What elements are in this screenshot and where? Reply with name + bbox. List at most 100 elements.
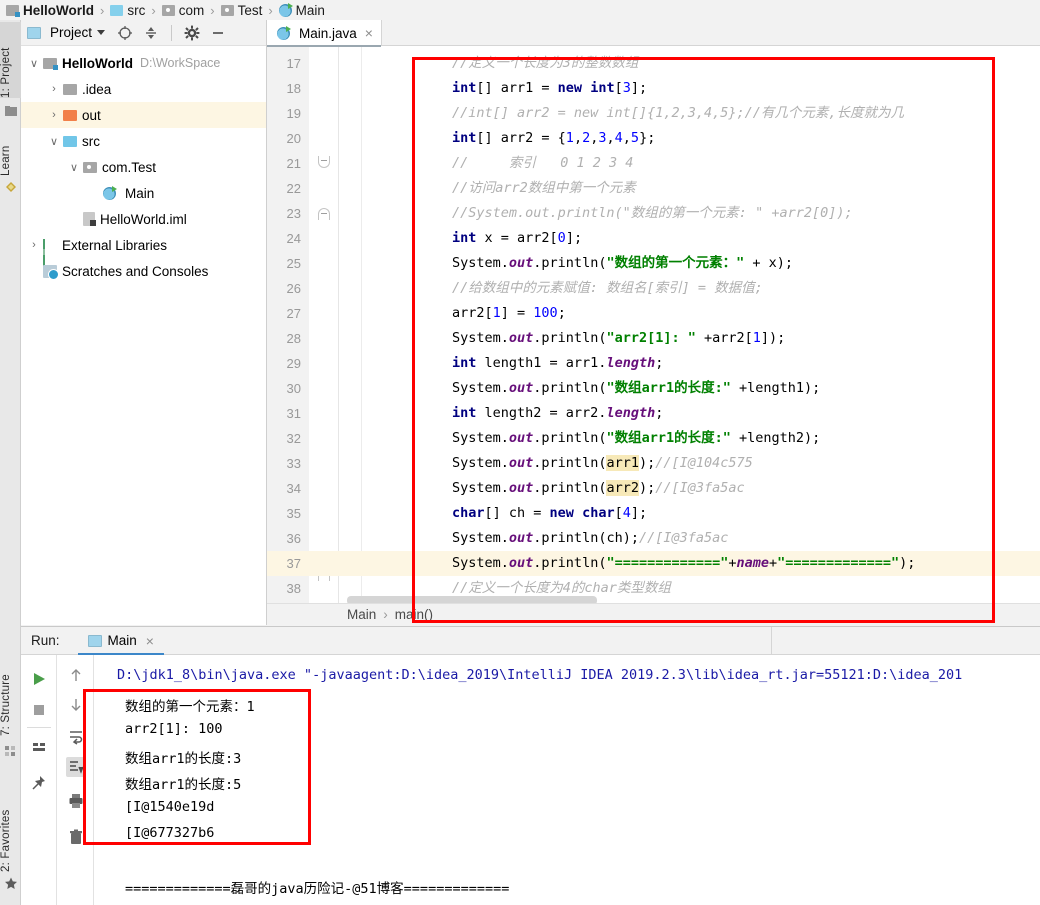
breadcrumb-item-test[interactable]: Test [220,3,262,18]
breadcrumb-item-main[interactable]: Main [278,2,325,18]
code-line[interactable]: 35 char[] ch = new char[4]; [267,501,1040,526]
header-divider [771,627,772,655]
code-line[interactable]: 29 int length1 = arr1.length; [267,351,1040,376]
sidebar-item-learn[interactable]: Learn [0,128,21,176]
close-icon[interactable]: × [146,634,154,648]
code-token: 4 [622,505,631,521]
console-command-line: D:\jdk1_8\bin\java.exe "-javaagent:D:\id… [117,667,963,683]
code-token: ]; [630,505,648,521]
code-line[interactable]: 22 //访问arr2数组中第一个元素 [267,176,1040,201]
tree-node--idea[interactable]: › .idea [21,76,266,102]
code-line[interactable]: 20 int[] arr2 = {1,2,3,4,5}; [267,126,1040,151]
close-icon[interactable]: × [365,26,373,40]
console-actions-toolbar [58,655,94,905]
tree-node-external-libraries[interactable]: › External Libraries [21,232,266,274]
code-line[interactable]: 34 System.out.println(arr2);//[I@3fa5ac [267,476,1040,501]
breadcrumb-separator: › [383,607,388,622]
layout-icon[interactable] [29,737,49,757]
scroll-up-icon[interactable] [66,665,86,685]
code-token: System. [452,330,509,346]
scroll-down-icon[interactable] [66,695,86,715]
sidebar-item-favorites[interactable]: 2: Favorites [0,776,21,872]
collapse-all-icon[interactable] [141,23,161,43]
chevron-down-icon[interactable] [97,30,106,35]
code-token: 3 [598,130,607,146]
tree-node-helloworld-iml[interactable]: HelloWorld.iml [21,206,266,232]
chevron-down-icon[interactable]: ∨ [47,135,61,148]
code-line[interactable]: 32 System.out.println("数组arr1的长度:" +lengt… [267,426,1040,451]
tree-node-helloworld[interactable]: ∨ HelloWorld D:\WorkSpace [21,50,266,76]
package-icon [83,161,97,173]
code-token: , [573,130,583,146]
stop-icon[interactable] [29,700,49,720]
code-token: 1 [492,305,501,321]
code-token: length2 = arr2. [476,405,607,421]
breadcrumb-method[interactable]: main() [395,607,433,622]
tab-label: Main.java [299,25,357,41]
code-line[interactable]: 26 //给数组中的元素赋值: 数组名[索引] = 数据值; [267,276,1040,301]
code-line[interactable]: 17 //定义一个长度为3的整数数组 [267,51,1040,76]
code-text: System.out.println(arr2);//[I@3fa5ac [452,476,745,501]
code-line[interactable]: 37 System.out.println("============="+nam… [267,551,1040,576]
breadcrumb-item-com[interactable]: com [161,3,204,18]
tree-node-out[interactable]: › out [21,102,266,128]
hide-minimize-icon[interactable] [208,23,228,43]
module-icon [6,4,20,17]
breadcrumb-item-src[interactable]: src [110,3,145,18]
code-line[interactable]: 28 System.out.println("arr2[1]: " +arr2[1… [267,326,1040,351]
pin-icon[interactable] [29,773,49,793]
breadcrumb-item-label: Main [295,2,325,18]
tree-node-com-test[interactable]: ∨ com.Test [21,154,266,180]
code-line[interactable]: 18 int[] arr1 = new int[3]; [267,76,1040,101]
scroll-to-end-icon[interactable] [66,757,86,777]
tree-node-label: Scratches and Consoles [62,263,209,279]
code-line[interactable]: 27 arr2[1] = 100; [267,301,1040,326]
sidebar-item-project[interactable]: 1: Project [0,22,21,98]
code-line[interactable]: 19 //int[] arr2 = new int[]{1,2,3,4,5};//… [267,101,1040,126]
project-view-selector-label[interactable]: Project [50,25,92,40]
console-output[interactable]: D:\jdk1_8\bin\java.exe "-javaagent:D:\id… [95,655,1040,905]
chevron-right-icon[interactable]: › [47,109,61,121]
print-icon[interactable] [66,791,86,811]
tree-node-scratches-and-consoles[interactable]: Scratches and Consoles [21,258,266,284]
code-text: //定义一个长度为3的整数数组 [452,51,638,76]
tree-node-main[interactable]: Main [21,180,266,206]
clear-all-icon[interactable] [66,827,86,847]
code-text: int[] arr2 = {1,2,3,4,5}; [452,126,655,151]
code-token: out [508,330,534,346]
code-token: .println( [533,255,607,271]
code-token: length [606,355,656,371]
tab-main-java[interactable]: Main.java × [267,20,382,47]
chevron-down-icon[interactable]: ∨ [67,161,81,174]
breadcrumb-class[interactable]: Main [347,607,376,622]
chevron-right-icon[interactable]: › [27,239,41,251]
tree-node-label: Main [125,185,155,201]
code-text: //int[] arr2 = new int[]{1,2,3,4,5};//有几… [452,101,904,126]
chevron-right-icon[interactable]: › [47,83,61,95]
code-line[interactable]: 24 int x = arr2[0]; [267,226,1040,251]
locate-icon[interactable] [115,23,135,43]
sidebar-item-structure[interactable]: 7: Structure [0,644,21,736]
soft-wrap-icon[interactable] [66,727,86,747]
line-number: 20 [286,131,301,146]
code-line[interactable]: 25 System.out.println("数组的第一个元素：" + x); [267,251,1040,276]
run-icon[interactable] [29,669,49,689]
breadcrumb-item-helloworld[interactable]: HelloWorld [6,3,94,18]
code-editor[interactable]: 17//定义一个长度为3的整数数组 18 int[] arr1 = new int[… [267,47,1040,625]
project-tool-window: Project ∨ HelloWorld D:\WorkSpace › .idea › ou… [21,20,267,625]
run-tab-main[interactable]: Main × [77,627,164,655]
code-line[interactable]: 31 int length2 = arr2.length; [267,401,1040,426]
toolbar-divider [171,24,173,41]
code-line[interactable]: 21 // 索引 0 1 2 3 4 [267,151,1040,176]
chevron-down-icon[interactable]: ∨ [27,57,41,70]
editor-tab-bar: Main.java × [267,20,1040,47]
code-text: //System.out.println("数组的第一个元素: " +arr2[… [452,201,853,226]
code-token: .println( [533,380,607,396]
code-line[interactable]: 33 System.out.println(arr1);//[I@104c575 [267,451,1040,476]
code-line[interactable]: 23 //System.out.println("数组的第一个元素: " +arr… [267,201,1040,226]
code-line[interactable]: 30 System.out.println("数组arr1的长度:" +lengt… [267,376,1040,401]
code-line[interactable]: 36 System.out.println(ch);//[I@3fa5ac [267,526,1040,551]
settings-gear-icon[interactable] [182,23,202,43]
code-token: [ [614,80,623,96]
tree-node-src[interactable]: ∨ src [21,128,266,154]
